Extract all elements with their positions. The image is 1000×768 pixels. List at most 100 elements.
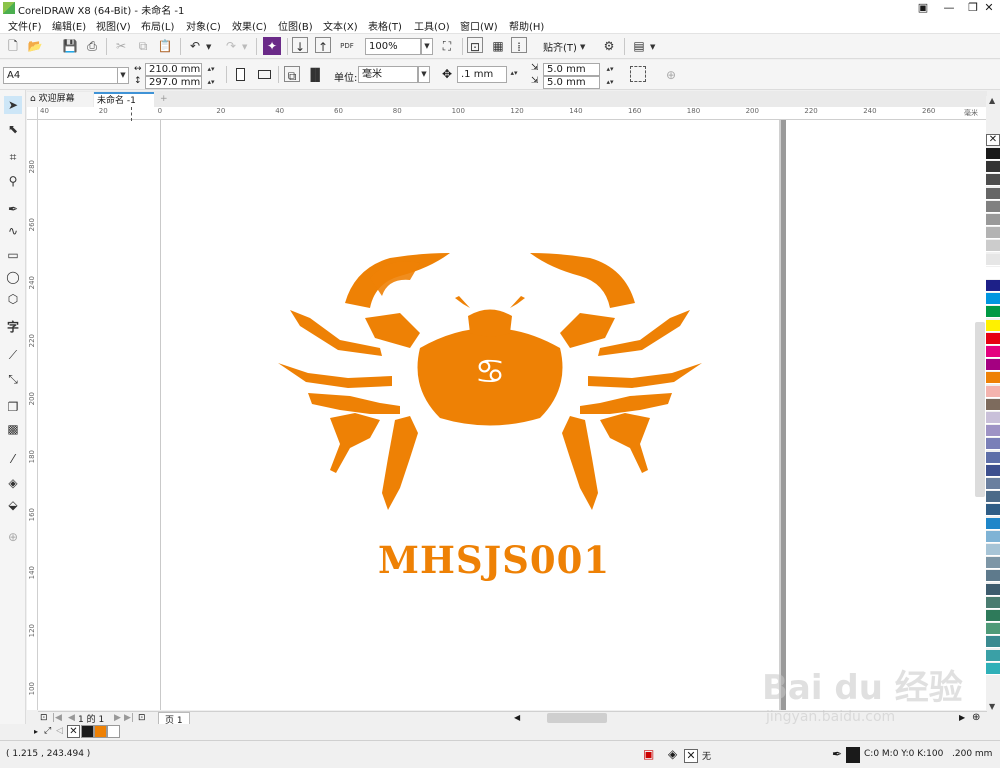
text-tool-icon[interactable]: 字 [4,318,22,336]
new-document-icon[interactable]: 🗋 [4,37,22,55]
ruler-origin[interactable] [27,107,38,120]
smart-fill-icon[interactable]: ⬙ [4,496,22,514]
palette-swatch[interactable] [986,240,1000,253]
menu-window[interactable]: 窗口(W) [460,18,498,33]
print-icon[interactable]: ⎙ [83,37,101,55]
cut-icon[interactable]: ✂ [112,37,130,55]
palette-swatch[interactable] [986,385,1000,398]
account-icon[interactable]: ▣ [910,0,936,16]
export-icon[interactable]: ↑ [315,37,331,54]
palette-swatch[interactable] [986,293,1000,306]
palette-swatch[interactable] [986,161,1000,174]
horizontal-scrollbar-thumb[interactable] [547,713,607,723]
palette-swatch[interactable] [986,214,1000,226]
add-page-icon[interactable]: ⊡ [138,713,146,723]
palette-swatch[interactable] [986,451,1000,464]
new-tab-icon[interactable]: + [157,92,171,107]
color-eyedropper-icon[interactable]: ⁄ [4,450,22,468]
nudge-spinner[interactable]: ▴▾ [508,69,520,77]
shape-tool-icon[interactable]: ⬉ [4,120,22,138]
app-launcher-icon[interactable]: ▤ [630,37,648,55]
edit-page-frame-icon[interactable] [630,66,646,82]
prev-page-first-icon[interactable]: |◀ [52,713,62,723]
doc-no-color-swatch-icon[interactable]: ✕ [67,725,80,738]
palette-swatch[interactable] [986,227,1000,240]
fill-indicator-icon[interactable]: ◈ [668,747,677,761]
menu-help[interactable]: 帮助(H) [509,18,544,33]
page-size-dropdown-icon[interactable]: ▼ [117,67,129,84]
hscroll-left-icon[interactable]: ◀ [514,713,520,722]
zoom-dropdown-icon[interactable]: ▼ [421,38,433,55]
rectangle-tool-icon[interactable]: ▭ [4,246,22,264]
palette-swatch[interactable] [986,266,1000,279]
add-tool-icon[interactable]: ⊕ [4,528,22,546]
prev-page-icon[interactable]: ◀ [68,713,75,723]
palette-swatch[interactable] [986,412,1000,424]
copy-icon[interactable]: ⧉ [134,37,152,55]
ellipse-tool-icon[interactable]: ◯ [4,268,22,286]
close-button[interactable]: ✕ [976,0,1000,16]
palette-swatch[interactable] [986,398,1000,411]
menu-effects[interactable]: 效果(C) [232,18,267,33]
palette-swatch[interactable] [986,623,1000,636]
palette-swatch[interactable] [986,636,1000,649]
zoom-level-field[interactable]: 100% [365,38,421,55]
undo-icon[interactable]: ↶ [186,37,204,55]
all-pages-icon[interactable]: ⧉ [284,66,300,83]
quick-customize-icon[interactable]: ⊕ [662,66,680,84]
palette-swatch[interactable] [986,570,1000,583]
crop-tool-icon[interactable]: ⌗ [4,148,22,166]
units-dropdown-icon[interactable]: ▼ [418,66,430,83]
portrait-icon[interactable] [236,68,245,81]
page-width-spinner[interactable]: ▴▾ [202,65,220,73]
palette-swatch[interactable] [986,187,1000,200]
page-size-select[interactable]: A4 [3,67,118,84]
palette-scroll-up-icon[interactable]: ▲ [989,96,995,105]
menu-layout[interactable]: 布局(L) [141,18,174,33]
menu-file[interactable]: 文件(F) [8,18,42,33]
zoom-to-page-icon[interactable]: ⛶ [438,37,456,55]
menu-text[interactable]: 文本(X) [323,18,358,33]
palette-swatch[interactable] [986,319,1000,332]
polygon-tool-icon[interactable]: ⬡ [4,290,22,308]
options-gear-icon[interactable]: ⚙ [600,37,618,55]
snap-to-button[interactable]: 贴齐(T) [543,39,577,54]
palette-swatch[interactable] [986,253,1000,266]
save-icon[interactable]: 💾 [61,37,79,55]
undo-dropdown-icon[interactable]: ▼ [206,43,211,51]
artwork-label-text[interactable]: MHSJS001 [378,538,609,582]
palette-swatch[interactable] [986,504,1000,517]
nudge-distance-field[interactable]: .1 mm [457,66,507,83]
menu-view[interactable]: 视图(V) [96,18,131,33]
zoom-tool-icon[interactable]: ⚲ [4,172,22,190]
crab-artwork[interactable]: ♋ [270,248,710,518]
vertical-scrollbar-thumb[interactable] [975,322,985,497]
landscape-icon[interactable] [258,70,271,79]
paste-icon[interactable]: 📋 [156,37,174,55]
first-page-icon[interactable]: ⊡ [40,713,48,723]
page-height-spinner[interactable]: ▴▾ [202,78,220,86]
palette-swatch[interactable] [986,359,1000,372]
snap-dropdown-icon[interactable]: ▼ [580,43,585,51]
palette-swatch[interactable] [986,200,1000,213]
palette-swatch[interactable] [986,583,1000,596]
search-content-icon[interactable]: ✦ [263,37,281,55]
redo-icon[interactable]: ↷ [222,37,240,55]
palette-swatch[interactable] [986,464,1000,477]
menu-object[interactable]: 对象(C) [186,18,221,33]
transparency-tool-icon[interactable]: ▩ [4,420,22,438]
show-grid-icon[interactable]: ▦ [489,37,507,55]
freehand-tool-icon[interactable]: ✒ [4,200,22,218]
minimize-button[interactable]: — [936,0,962,16]
tab-welcome[interactable]: ⌂ 欢迎屏幕 [27,92,93,107]
show-guidelines-icon[interactable]: ⁞ [511,37,527,54]
palette-swatch[interactable] [986,148,1000,160]
pick-tool-icon[interactable]: ➤ [4,96,22,114]
duplicate-distance-y-field[interactable]: 5.0 mm [543,76,600,89]
app-launcher-dropdown-icon[interactable]: ▼ [650,43,655,51]
show-rulers-icon[interactable]: ⊡ [467,37,483,54]
interactive-fill-icon[interactable]: ◈ [4,474,22,492]
page-width-field[interactable]: 210.0 mm [145,63,202,76]
palette-swatch[interactable] [986,544,1000,556]
menu-tools[interactable]: 工具(O) [414,18,450,33]
